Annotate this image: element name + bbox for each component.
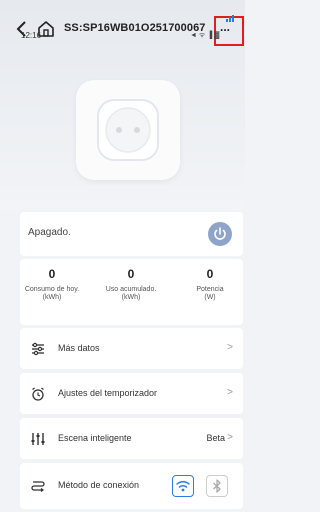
wifi-icon [176, 480, 190, 492]
stat-power-label: Potencia [196, 286, 224, 293]
chevron-right-icon: > [227, 387, 233, 398]
bluetooth-icon [213, 479, 221, 493]
stat-power-unit: (W) [204, 294, 216, 301]
smart-scene-row[interactable]: Escena inteligente Beta > [20, 418, 243, 459]
status-icons: ◄ ᯤ ▐ ▓ [190, 32, 220, 39]
power-state-label: Apagado. [28, 227, 71, 238]
bluetooth-connection-button[interactable] [206, 475, 228, 497]
alarm-clock-icon [32, 387, 44, 401]
connection-method-row: Método de conexión [20, 463, 243, 509]
scene-icon [31, 433, 45, 445]
timer-settings-row[interactable]: Ajustes del temporizador > [20, 373, 243, 414]
chevron-right-icon: > [227, 432, 233, 443]
stat-today-value: 0 [48, 267, 56, 281]
stat-power-value: 0 [206, 267, 214, 281]
signal-icon [226, 15, 234, 22]
sliders-icon [32, 342, 44, 356]
stat-power: 0 Potencia (W) [180, 267, 240, 301]
energy-stats-card: 0 Consumo de hoy. (kWh) 0 Uso acumulado.… [20, 259, 243, 325]
stat-accumulated-value: 0 [127, 267, 135, 281]
chevron-right-icon: > [227, 342, 233, 353]
more-data-label: Más datos [58, 343, 100, 353]
stat-today-unit: (kWh) [42, 294, 62, 301]
timer-settings-label: Ajustes del temporizador [58, 388, 158, 398]
smart-plug-image [76, 80, 180, 180]
smart-scene-label: Escena inteligente [58, 433, 132, 443]
power-icon [214, 227, 226, 240]
stat-accumulated-unit: (kWh) [121, 294, 141, 301]
stat-accumulated-label: Uso acumulado. [105, 286, 157, 293]
power-card: Apagado. [20, 212, 243, 256]
wifi-connection-button[interactable] [172, 475, 194, 497]
connection-method-label: Método de conexión [58, 480, 140, 490]
stat-today-label: Consumo de hoy. [24, 286, 80, 293]
stat-today: 0 Consumo de hoy. (kWh) [22, 267, 82, 301]
status-bar: 12:16 ◄ ᯤ ▐ ▓ [0, 31, 245, 45]
stat-accumulated: 0 Uso acumulado. (kWh) [96, 267, 166, 301]
status-time: 12:16 [21, 31, 42, 40]
power-toggle-button[interactable] [208, 222, 232, 246]
more-data-row[interactable]: Más datos > [20, 328, 243, 369]
connection-icon [31, 481, 45, 492]
beta-badge: Beta [206, 433, 225, 443]
plug-socket-icon [97, 99, 159, 161]
